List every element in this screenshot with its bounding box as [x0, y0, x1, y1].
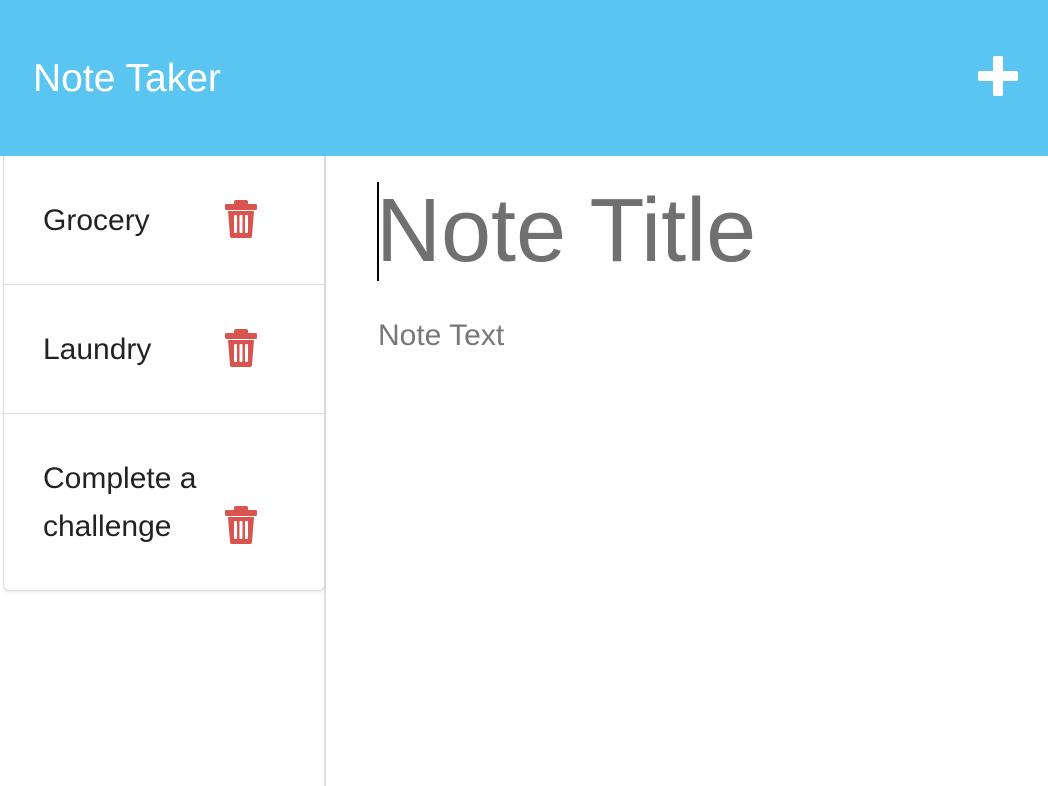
list-item[interactable]: Complete a challenge	[4, 414, 324, 590]
delete-note-button[interactable]	[223, 200, 259, 238]
navbar: Note Taker	[0, 0, 1048, 156]
trash-icon	[225, 200, 257, 238]
text-caret	[377, 182, 379, 281]
note-title[interactable]: Complete a challenge	[43, 455, 223, 551]
delete-note-button[interactable]	[223, 506, 259, 544]
delete-note-button[interactable]	[223, 329, 259, 367]
note-title-input[interactable]	[376, 176, 1016, 286]
new-note-button[interactable]	[974, 52, 1022, 100]
note-list: Grocery Laundry Complete a challenge	[3, 156, 325, 591]
note-text-input[interactable]	[378, 316, 1018, 756]
list-item[interactable]: Grocery	[4, 156, 324, 285]
note-title[interactable]: Grocery	[43, 197, 223, 245]
notes-sidebar: Grocery Laundry Complete a challenge	[0, 156, 326, 786]
note-editor	[326, 156, 1048, 786]
list-item[interactable]: Laundry	[4, 285, 324, 414]
note-title[interactable]: Laundry	[43, 326, 223, 374]
app-title[interactable]: Note Taker	[33, 55, 221, 103]
plus-icon	[978, 56, 1018, 96]
trash-icon	[225, 506, 257, 544]
trash-icon	[225, 329, 257, 367]
